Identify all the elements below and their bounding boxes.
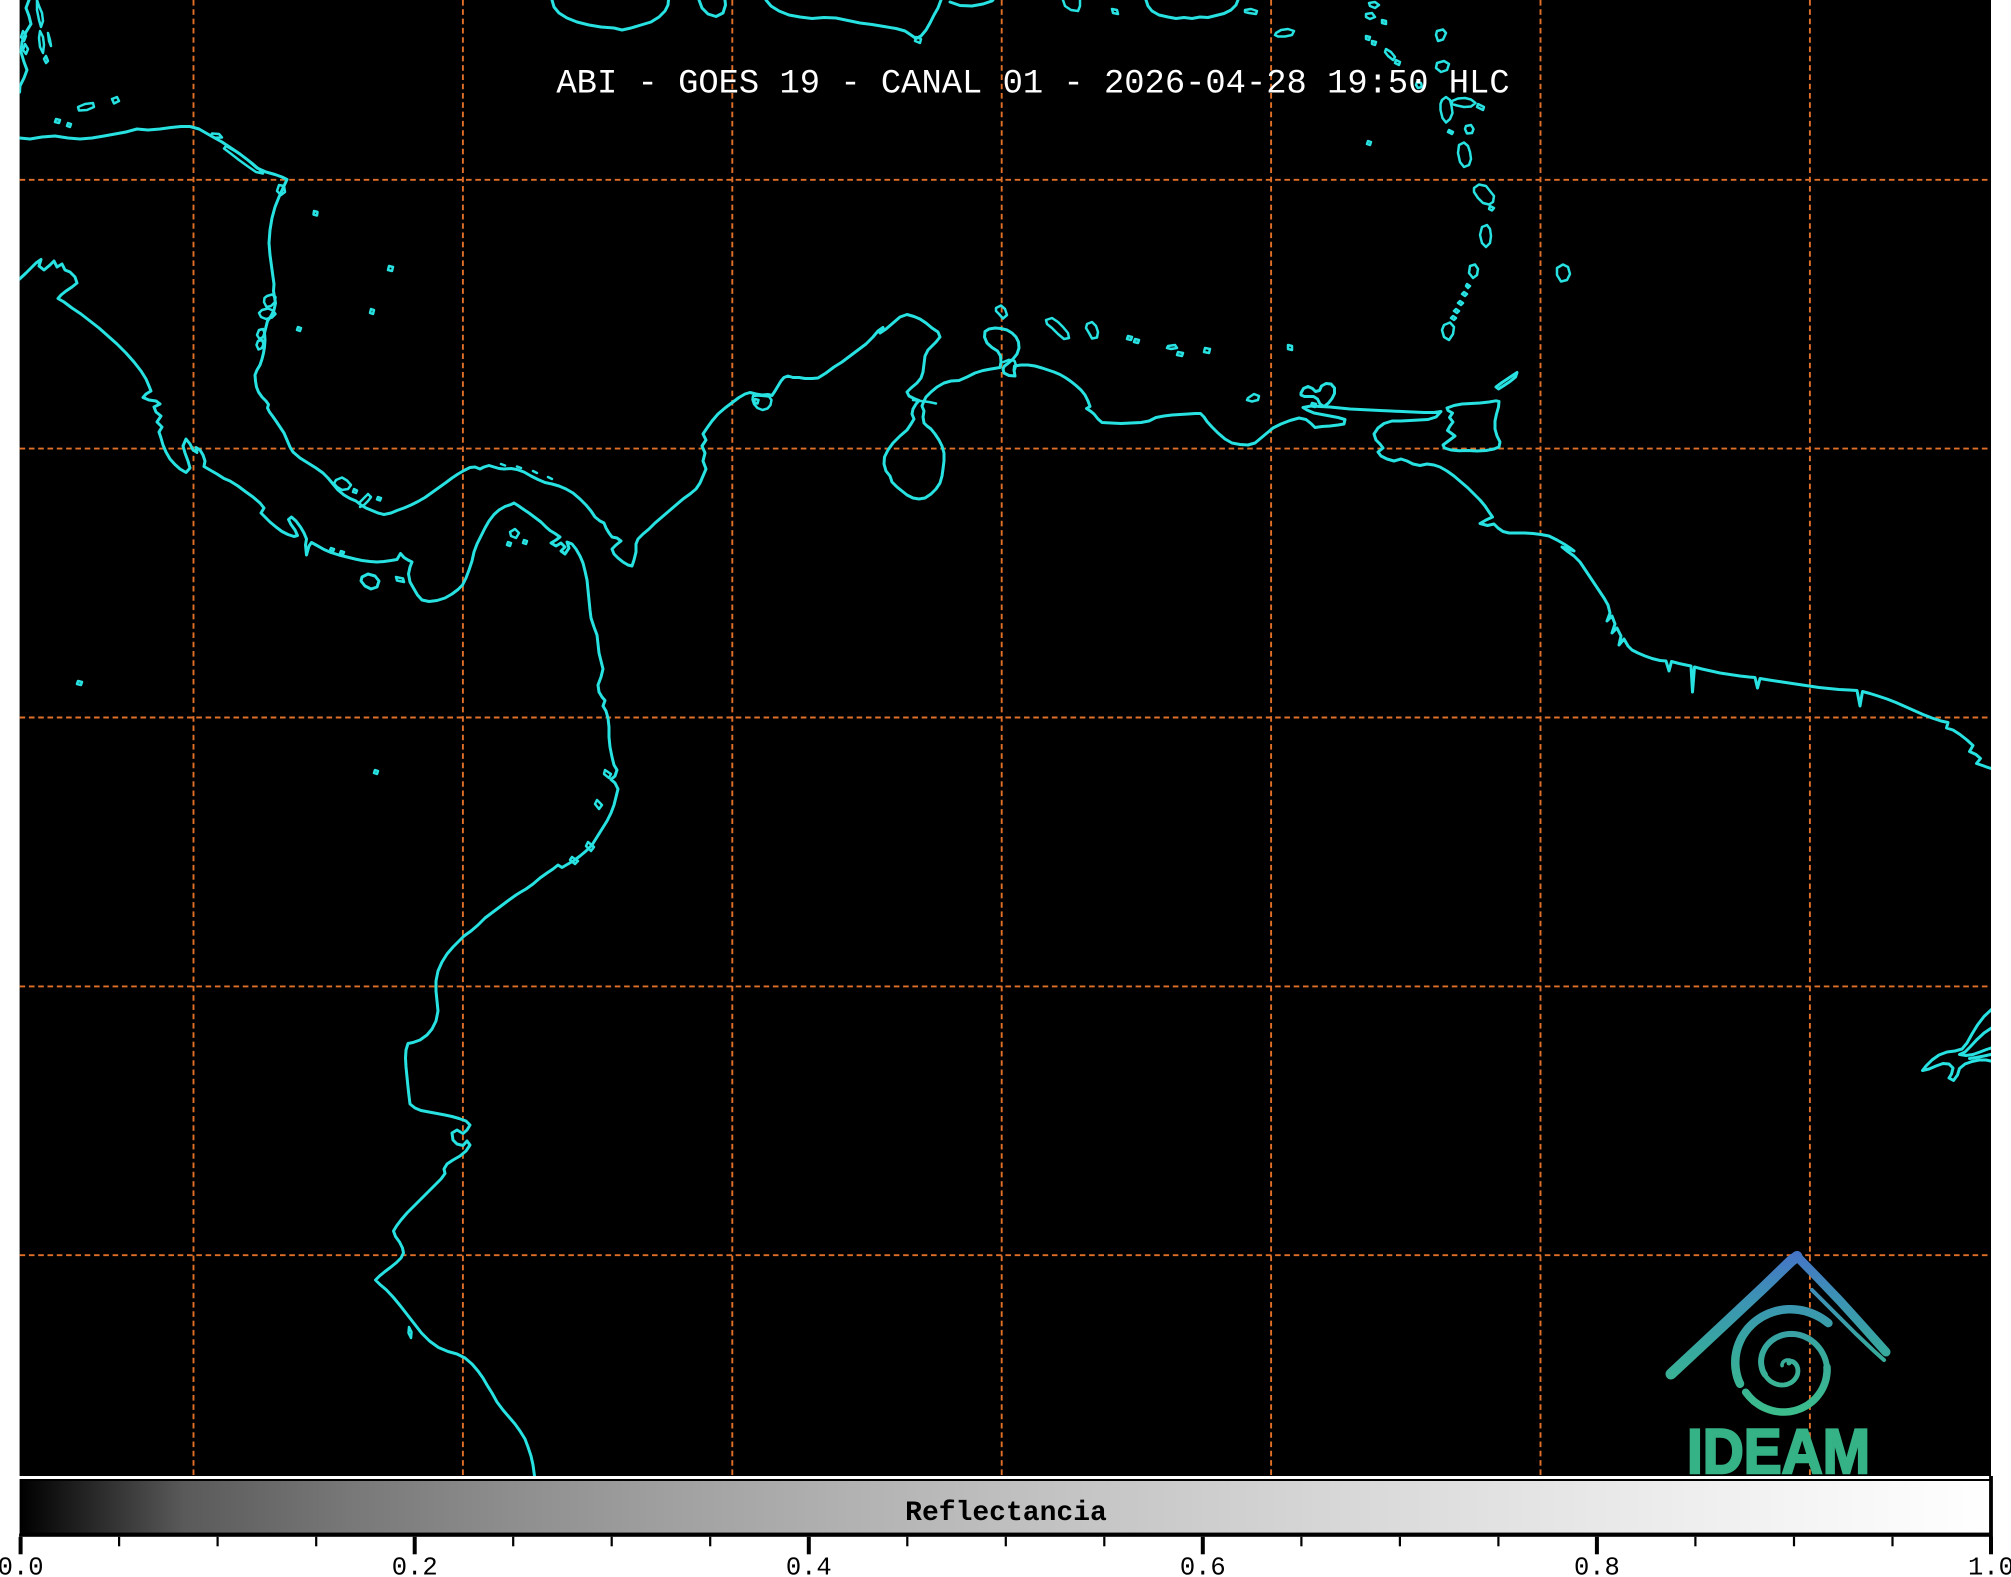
svg-text:0.6: 0.6	[1180, 1554, 1226, 1577]
svg-text:0.4: 0.4	[786, 1554, 832, 1577]
svg-text:0.8: 0.8	[1574, 1554, 1620, 1577]
svg-text:IDEAM: IDEAM	[1687, 1417, 1870, 1487]
svg-text:0.0: 0.0	[0, 1554, 44, 1577]
svg-text:1.0: 1.0	[1968, 1554, 2011, 1577]
svg-text:Reflectancia: Reflectancia	[905, 1498, 1107, 1529]
svg-text:ABI - GOES 19 - CANAL 01 - 202: ABI - GOES 19 - CANAL 01 - 2026-04-28 19…	[556, 66, 1509, 104]
svg-text:0.2: 0.2	[392, 1554, 438, 1577]
